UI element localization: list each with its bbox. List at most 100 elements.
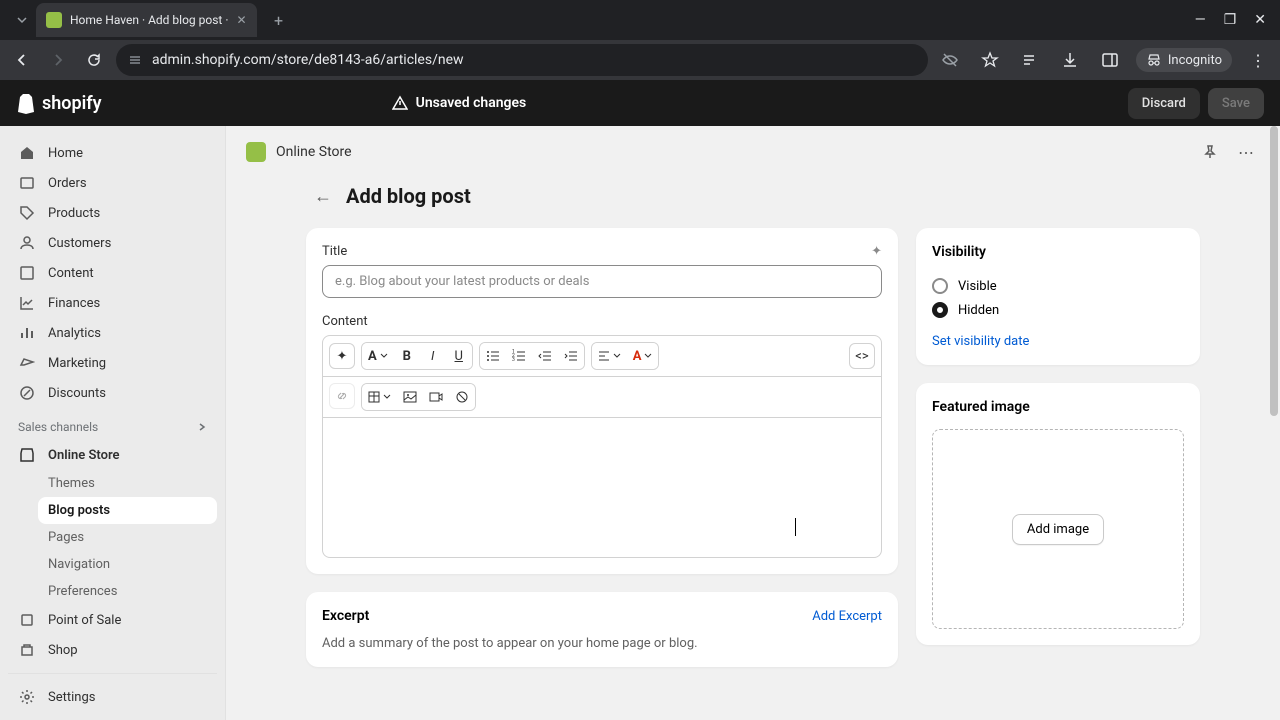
color-dropdown[interactable]: A [627, 343, 659, 369]
back-button[interactable]: ← [314, 186, 332, 207]
minimize-icon[interactable]: — [1195, 12, 1206, 28]
table-dropdown[interactable] [362, 384, 397, 410]
unsaved-changes-badge: Unsaved changes [392, 95, 527, 111]
underline-icon[interactable]: U [446, 343, 472, 369]
bold-icon[interactable]: B [394, 343, 420, 369]
favicon-icon [46, 12, 62, 28]
sidebar-item-shop[interactable]: Shop [8, 635, 217, 665]
image-icon[interactable] [397, 384, 423, 410]
bullet-list-icon[interactable] [480, 343, 506, 369]
sidebar-item-online-store[interactable]: Online Store [8, 440, 217, 470]
number-list-icon[interactable]: 123 [506, 343, 532, 369]
gear-icon [18, 688, 36, 706]
scrollbar[interactable] [1270, 126, 1278, 416]
discard-button[interactable]: Discard [1128, 88, 1200, 119]
visibility-title: Visibility [932, 244, 1184, 260]
sidebar-item-home[interactable]: Home [8, 138, 217, 168]
incognito-badge[interactable]: Incognito [1136, 48, 1232, 72]
forward-icon[interactable] [44, 46, 72, 74]
products-icon [18, 204, 36, 222]
download-icon[interactable] [1056, 46, 1084, 74]
sidebar-item-analytics[interactable]: Analytics [8, 318, 217, 348]
sidebar-item-marketing[interactable]: Marketing [8, 348, 217, 378]
sidebar-item-preferences[interactable]: Preferences [38, 578, 217, 605]
sidebar: Home Orders Products Customers Content F… [0, 126, 226, 720]
sidebar-item-customers[interactable]: Customers [8, 228, 217, 258]
incognito-icon [1146, 52, 1162, 68]
image-drop-zone[interactable]: Add image [932, 429, 1184, 629]
close-tab-icon[interactable]: ✕ [236, 13, 246, 27]
warning-icon [392, 95, 408, 111]
tab-search-dropdown[interactable] [8, 6, 36, 34]
save-button[interactable]: Save [1208, 88, 1264, 119]
playlist-icon[interactable] [1016, 46, 1044, 74]
reload-icon[interactable] [80, 46, 108, 74]
back-icon[interactable] [8, 46, 36, 74]
radio-checked-icon [932, 302, 948, 318]
sidebar-item-finances[interactable]: Finances [8, 288, 217, 318]
sidebar-item-blog-posts[interactable]: Blog posts [38, 497, 217, 524]
title-label: Title [322, 244, 347, 259]
radio-icon [932, 278, 948, 294]
star-icon[interactable] [976, 46, 1004, 74]
chevron-right-icon [197, 422, 207, 432]
menu-icon[interactable]: ⋮ [1244, 46, 1272, 74]
add-excerpt-link[interactable]: Add Excerpt [812, 609, 882, 624]
shopify-bag-icon [16, 92, 36, 114]
indent-icon[interactable] [558, 343, 584, 369]
analytics-icon [18, 324, 36, 342]
address-bar[interactable]: admin.shopify.com/store/de8143-a6/articl… [116, 44, 928, 76]
breadcrumb[interactable]: Online Store [276, 144, 352, 160]
sidebar-item-settings[interactable]: Settings [8, 682, 217, 712]
shopify-logo[interactable]: shopify [16, 92, 102, 114]
sidebar-item-themes[interactable]: Themes [38, 470, 217, 497]
page-title: Add blog post [346, 184, 471, 208]
discounts-icon [18, 384, 36, 402]
align-dropdown[interactable] [592, 343, 627, 369]
content-editor[interactable] [322, 418, 882, 558]
add-image-button[interactable]: Add image [1012, 514, 1104, 545]
more-icon[interactable]: ⋯ [1232, 138, 1260, 166]
shopify-header: shopify Unsaved changes Discard Save [0, 80, 1280, 126]
tune-icon [128, 53, 142, 67]
video-icon[interactable] [423, 384, 449, 410]
close-window-icon[interactable]: ✕ [1254, 12, 1266, 28]
sparkle-icon[interactable]: ✦ [871, 244, 882, 259]
visibility-visible-radio[interactable]: Visible [932, 274, 1184, 298]
shop-icon [18, 641, 36, 659]
sidebar-item-orders[interactable]: Orders [8, 168, 217, 198]
marketing-icon [18, 354, 36, 372]
browser-tab[interactable]: Home Haven · Add blog post · ✕ [36, 3, 257, 37]
new-tab-button[interactable]: + [265, 6, 293, 34]
sidebar-item-pos[interactable]: Point of Sale [8, 605, 217, 635]
sidebar-item-navigation[interactable]: Navigation [38, 551, 217, 578]
ai-assist-icon[interactable]: ✦ [329, 343, 355, 369]
main-content: Online Store ⋯ ← Add blog post Title ✦ C… [226, 126, 1280, 720]
code-view-icon[interactable]: <> [849, 343, 875, 369]
customers-icon [18, 234, 36, 252]
store-avatar-icon [246, 142, 266, 162]
excerpt-card: Excerpt Add Excerpt Add a summary of the… [306, 592, 898, 667]
eye-off-icon[interactable] [936, 46, 964, 74]
sidebar-item-discounts[interactable]: Discounts [8, 378, 217, 408]
link-icon[interactable] [329, 383, 355, 409]
side-panel-icon[interactable] [1096, 46, 1124, 74]
sidebar-item-pages[interactable]: Pages [38, 524, 217, 551]
maximize-icon[interactable]: ❐ [1224, 12, 1237, 28]
clear-format-icon[interactable] [449, 384, 475, 410]
browser-tab-strip: Home Haven · Add blog post · ✕ + — ❐ ✕ [0, 0, 1280, 40]
editor-toolbar-row2 [322, 377, 882, 418]
tab-title: Home Haven · Add blog post · [70, 13, 228, 27]
sales-channels-label[interactable]: Sales channels [8, 408, 217, 440]
sidebar-item-products[interactable]: Products [8, 198, 217, 228]
paragraph-style-dropdown[interactable]: A [362, 343, 394, 369]
title-input[interactable] [322, 265, 882, 298]
outdent-icon[interactable] [532, 343, 558, 369]
set-visibility-date-link[interactable]: Set visibility date [932, 334, 1184, 349]
pin-icon[interactable] [1196, 138, 1224, 166]
content-label: Content [322, 314, 882, 329]
italic-icon[interactable]: I [420, 343, 446, 369]
featured-image-title: Featured image [932, 399, 1184, 415]
sidebar-item-content[interactable]: Content [8, 258, 217, 288]
visibility-hidden-radio[interactable]: Hidden [932, 298, 1184, 322]
